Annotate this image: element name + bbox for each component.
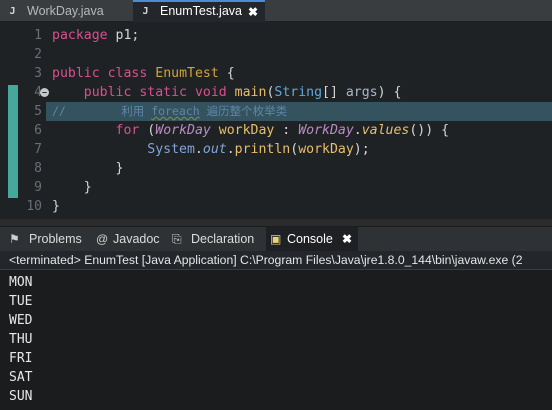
line-number: 9 bbox=[34, 180, 42, 195]
code-text: ( bbox=[290, 142, 299, 157]
keyword: static bbox=[139, 85, 187, 100]
code-line-6: for (WorkDay workDay : WorkDay.values())… bbox=[52, 121, 450, 140]
close-icon[interactable]: ✖ bbox=[248, 1, 258, 23]
console-line: TUE bbox=[9, 294, 33, 309]
close-icon[interactable]: ✖ bbox=[342, 227, 352, 252]
tab-javadoc[interactable]: @ Javadoc bbox=[96, 227, 166, 252]
code-line-9: } bbox=[52, 178, 92, 197]
editor-tab-bar: J WorkDay.java J EnumTest.java ✖ bbox=[0, 0, 552, 22]
tab-label: WorkDay.java bbox=[27, 4, 104, 18]
method-name: println bbox=[234, 142, 291, 157]
code-text: ()) { bbox=[409, 123, 450, 138]
fold-collapse-icon[interactable]: − bbox=[40, 88, 49, 97]
console-icon: ▣ bbox=[270, 232, 282, 246]
method-name: values bbox=[361, 123, 410, 138]
console-line: SAT bbox=[9, 370, 33, 385]
comment-text: foreach bbox=[151, 104, 200, 118]
line-number: 5 bbox=[34, 104, 42, 119]
comment-marker: // bbox=[52, 104, 66, 118]
tab-enumtest-java[interactable]: J EnumTest.java ✖ bbox=[133, 0, 265, 22]
tab-label: Declaration bbox=[191, 232, 255, 246]
line-number: 10 bbox=[26, 199, 42, 214]
line-number: 7 bbox=[34, 142, 42, 157]
code-editor[interactable]: 1 2 3 4 5 6 7 8 9 10 − package p1; publi… bbox=[0, 22, 552, 219]
line-number: 3 bbox=[34, 66, 42, 81]
code-text: } bbox=[115, 161, 124, 176]
keyword: public bbox=[52, 66, 100, 81]
code-text: . bbox=[226, 142, 235, 157]
method-name: main bbox=[234, 85, 267, 100]
code-line-3: public class EnumTest { bbox=[52, 64, 235, 83]
line-number: 1 bbox=[34, 28, 42, 43]
code-text: . bbox=[353, 123, 362, 138]
java-file-icon: J bbox=[9, 6, 16, 17]
change-marker-bar bbox=[8, 85, 18, 198]
java-file-icon: J bbox=[142, 6, 149, 17]
comment-text: 利用 bbox=[121, 104, 152, 118]
variable-name: workDay bbox=[210, 123, 275, 138]
keyword: class bbox=[107, 66, 148, 81]
keyword: public bbox=[83, 85, 132, 100]
tab-declaration[interactable]: ⎘ Declaration bbox=[172, 227, 264, 252]
code-line-1: package p1; bbox=[52, 26, 139, 45]
code-text: . bbox=[194, 142, 203, 157]
tab-label: EnumTest.java bbox=[160, 4, 242, 18]
variable-name: workDay bbox=[298, 142, 354, 157]
console-output[interactable]: MON TUE WED THU FRI SAT SUN bbox=[0, 270, 552, 410]
tab-label: Problems bbox=[29, 232, 82, 246]
type-name: WorkDay bbox=[155, 123, 211, 138]
code-line-8: } bbox=[52, 159, 124, 178]
line-number: 8 bbox=[34, 161, 42, 176]
console-line: FRI bbox=[9, 351, 33, 366]
class-name: EnumTest bbox=[155, 66, 219, 81]
code-text: [] bbox=[322, 85, 346, 100]
code-text: { bbox=[218, 66, 235, 81]
tab-workday-java[interactable]: J WorkDay.java bbox=[0, 0, 129, 22]
problems-icon: ⚑ bbox=[9, 232, 20, 246]
keyword: for bbox=[115, 123, 140, 138]
type-name: String bbox=[274, 85, 323, 100]
tab-label: Javadoc bbox=[113, 232, 160, 246]
tab-console[interactable]: ▣ Console ✖ bbox=[266, 227, 358, 252]
code-text: } bbox=[52, 199, 60, 214]
code-line-5: // 利用 foreach 遍历整个枚举类 bbox=[52, 102, 287, 121]
console-line: SUN bbox=[9, 389, 33, 404]
keyword: void bbox=[194, 85, 227, 100]
code-text: p1; bbox=[107, 28, 140, 43]
console-line: MON bbox=[9, 275, 33, 290]
line-number: 4 bbox=[34, 85, 42, 100]
console-line: WED bbox=[9, 313, 33, 328]
tab-problems[interactable]: ⚑ Problems bbox=[9, 227, 91, 252]
code-text: ) { bbox=[377, 85, 402, 100]
line-number: 6 bbox=[34, 123, 42, 138]
code-text: ); bbox=[353, 142, 370, 157]
code-line-10: } bbox=[52, 197, 60, 216]
line-number-gutter: 1 2 3 4 5 6 7 8 9 10 − bbox=[18, 22, 49, 219]
comment-text: 遍历整个枚举类 bbox=[199, 104, 288, 118]
class-name: WorkDay bbox=[298, 123, 354, 138]
parameter-name: args bbox=[345, 85, 378, 100]
console-status-line: <terminated> EnumTest [Java Application]… bbox=[0, 251, 552, 270]
console-line: THU bbox=[9, 332, 33, 347]
code-line-4: public static void main(String[] args) { bbox=[52, 83, 402, 102]
keyword: package bbox=[52, 28, 108, 43]
bottom-view-tab-bar: ⚑ Problems @ Javadoc ⎘ Declaration ▣ Con… bbox=[0, 226, 552, 252]
code-text: : bbox=[274, 123, 299, 138]
declaration-icon: ⎘ bbox=[172, 232, 182, 246]
class-name: System bbox=[147, 142, 195, 157]
javadoc-icon: @ bbox=[96, 232, 109, 246]
line-number: 2 bbox=[34, 47, 42, 62]
tab-label: Console bbox=[287, 232, 333, 246]
code-text: } bbox=[83, 180, 92, 195]
field-name: out bbox=[202, 142, 227, 157]
code-text: ( bbox=[139, 123, 156, 138]
code-line-7: System.out.println(workDay); bbox=[52, 140, 370, 159]
